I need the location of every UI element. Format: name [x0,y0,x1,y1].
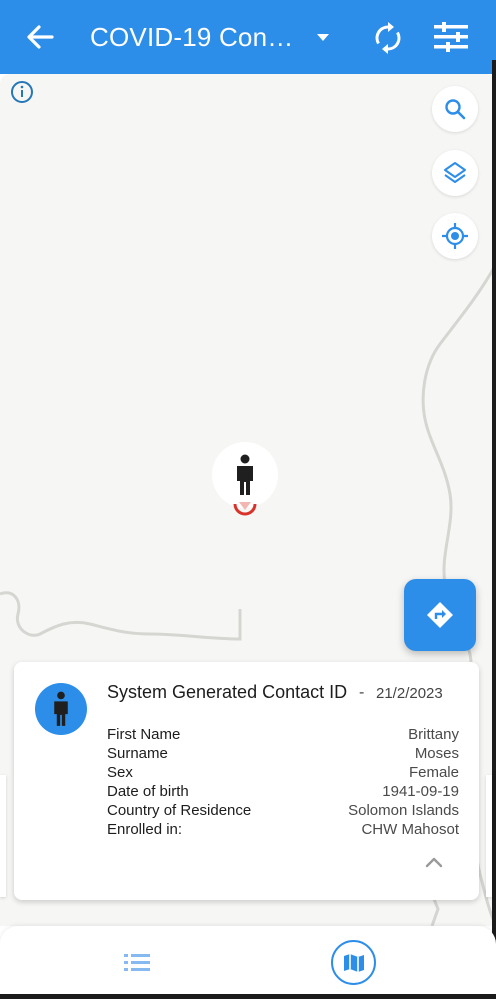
attribute-value: Moses [414,745,459,762]
attribute-label: First Name [107,726,181,743]
attribute-value: 1941-09-19 [382,783,459,800]
attribute-row: Enrolled in: CHW Mahosot [107,820,459,839]
attribute-label: Country of Residence [107,802,252,819]
attribute-value: CHW Mahosot [361,821,459,838]
contact-avatar [35,683,87,735]
person-icon [54,691,68,726]
map-icon [343,953,364,972]
title-separator: - [359,684,365,701]
attribute-label: Surname [107,745,168,762]
enrollment-date: 21/2/2023 [376,685,443,702]
attribute-row: Sex Female [107,763,459,782]
info-icon[interactable] [10,80,34,104]
layers-button[interactable] [432,150,478,196]
sync-icon[interactable] [370,20,406,56]
attribute-label: Enrolled in: [107,821,183,838]
sliders-icon[interactable] [432,20,470,54]
attribute-value: Brittany [408,726,459,743]
caret-down-icon[interactable] [312,26,334,48]
chevron-up-icon[interactable] [423,854,445,870]
attribute-label: Sex [107,764,133,781]
attribute-row: First Name Brittany [107,725,459,744]
search-button[interactable] [432,86,478,132]
my-location-icon [442,223,468,249]
directions-button[interactable] [404,579,476,651]
attribute-value: Female [408,764,459,781]
attribute-label: Date of birth [107,783,189,800]
contact-card[interactable]: System Generated Contact ID - 21/2/2023 … [14,662,479,900]
arrow-left-icon[interactable] [24,19,56,55]
app-bar: COVID-19 Conta… [0,0,496,74]
list-icon[interactable] [122,950,152,976]
directions-icon [427,602,453,628]
attribute-row: Surname Moses [107,744,459,763]
attribute-value: Solomon Islands [348,802,459,819]
marker-pin-icon [233,502,257,516]
layers-icon [444,162,466,183]
prev-card-peek[interactable] [0,775,6,897]
my-location-button[interactable] [432,213,478,259]
person-icon [237,454,253,495]
attribute-row: Date of birth 1941-09-19 [107,782,459,801]
attribute-row: Country of Residence Solomon Islands [107,801,459,820]
screen-edge [492,60,496,980]
map-view-tab[interactable] [331,940,376,985]
next-card-peek[interactable] [486,775,492,897]
screen-edge [0,994,496,999]
bottom-navigation [0,926,496,999]
card-title: System Generated Contact ID [107,682,348,702]
search-icon [445,99,466,120]
page-title[interactable]: COVID-19 Conta… [90,19,300,55]
